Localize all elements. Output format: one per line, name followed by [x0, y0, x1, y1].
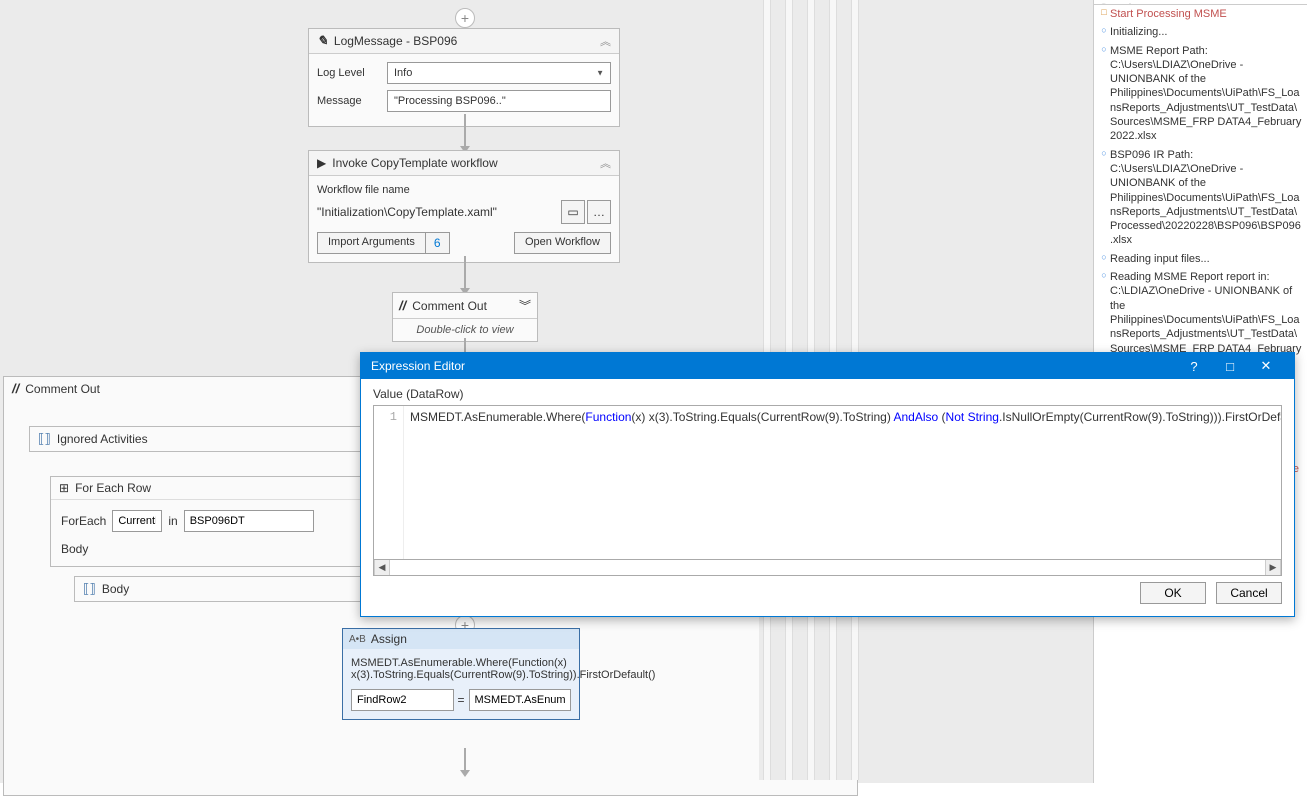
sequence-icon: ⟦⟧: [38, 431, 51, 447]
connector-arrow: [464, 114, 466, 146]
collapse-icon[interactable]: ︽: [600, 33, 611, 49]
message-input[interactable]: "Processing BSP096..": [387, 90, 611, 112]
import-arguments-button[interactable]: Import Arguments: [317, 232, 426, 254]
arrowhead-icon: [460, 770, 470, 777]
log-bullet-icon: ○: [1098, 252, 1110, 266]
loglevel-label: Log Level: [317, 67, 387, 79]
container-title: Ignored Activities: [57, 432, 148, 446]
horizontal-scrollbar[interactable]: ◀ ▶: [373, 560, 1282, 576]
container-title: Body: [102, 582, 129, 596]
assign-activity[interactable]: A•B Assign MSMEDT.AsEnumerable.Where(Fun…: [342, 628, 580, 720]
foreach-label: ForEach: [61, 514, 106, 528]
log-bullet-icon: ○: [1098, 44, 1110, 144]
connector-arrow: [464, 748, 466, 770]
invoke-workflow-activity[interactable]: ▶ Invoke CopyTemplate workflow ︽ Workflo…: [308, 150, 620, 263]
message-label: Message: [317, 95, 387, 107]
activity-title: Assign: [371, 632, 407, 646]
expression-editor-dialog[interactable]: Expression Editor ? □ ✕ Value (DataRow) …: [360, 352, 1295, 617]
in-label: in: [168, 514, 177, 528]
value-type-label: Value (DataRow): [361, 379, 1294, 405]
activity-title: For Each Row: [75, 481, 151, 495]
activity-header[interactable]: ▶ Invoke CopyTemplate workflow ︽: [309, 151, 619, 176]
expression-code[interactable]: MSMEDT.AsEnumerable.Where(Function(x) x(…: [404, 406, 1281, 559]
activity-title: Comment Out: [25, 382, 100, 396]
pencil-icon: ✎: [317, 33, 328, 49]
log-bullet-icon: ○: [1098, 25, 1110, 39]
ok-button[interactable]: OK: [1140, 582, 1206, 604]
expand-icon[interactable]: ︾: [519, 297, 531, 314]
log-entry[interactable]: ○Reading input files...: [1094, 250, 1307, 268]
comment-icon: //: [399, 298, 406, 313]
scroll-left-icon[interactable]: ◀: [374, 560, 390, 575]
play-icon: ▶: [317, 156, 326, 170]
equals-label: =: [458, 693, 465, 707]
activity-body: Workflow file name "Initialization\CopyT…: [309, 176, 619, 262]
assign-to-input[interactable]: [351, 689, 454, 711]
log-text: Start Processing MSME: [1110, 7, 1303, 21]
connector-arrow: [464, 256, 466, 288]
workflow-filename-label: Workflow file name: [317, 184, 611, 196]
help-button[interactable]: ?: [1176, 359, 1212, 374]
open-workflow-button[interactable]: Open Workflow: [514, 232, 611, 254]
logmessage-activity[interactable]: ✎ LogMessage - BSP096 ︽ Log Level Info M…: [308, 28, 620, 127]
activity-title: Comment Out: [412, 299, 519, 313]
foreach-variable-input[interactable]: [112, 510, 162, 532]
folder-icon: ▭: [567, 205, 578, 219]
maximize-button[interactable]: □: [1212, 359, 1248, 374]
log-entry[interactable]: ○MSME Report Path: C:\Users\LDIAZ\OneDri…: [1094, 42, 1307, 146]
activity-title: Invoke CopyTemplate workflow: [332, 156, 600, 170]
foreach-collection-input[interactable]: [184, 510, 314, 532]
log-entry[interactable]: □Start Processing MSME: [1094, 5, 1307, 23]
add-activity-button[interactable]: +: [455, 8, 475, 28]
log-entry[interactable]: ○BSP096 IR Path: C:\Users\LDIAZ\OneDrive…: [1094, 146, 1307, 250]
line-gutter: 1: [374, 406, 404, 559]
assign-value-input[interactable]: [469, 689, 572, 711]
log-bullet-icon: □: [1098, 7, 1110, 21]
dialog-titlebar[interactable]: Expression Editor ? □ ✕: [361, 353, 1294, 379]
collapse-icon[interactable]: ︽: [600, 155, 611, 171]
activity-header[interactable]: ✎ LogMessage - BSP096 ︽: [309, 29, 619, 54]
sequence-icon: ⟦⟧: [83, 581, 96, 597]
ellipsis-icon: …: [593, 205, 605, 219]
log-text: BSP096 IR Path: C:\Users\LDIAZ\OneDrive …: [1110, 148, 1303, 248]
log-text: Initializing...: [1110, 25, 1303, 39]
activity-title: LogMessage - BSP096: [334, 34, 600, 48]
assign-icon: A•B: [349, 634, 366, 645]
dialog-title-text: Expression Editor: [371, 359, 1176, 373]
comment-out-collapsed[interactable]: // Comment Out ︾ Double-click to view: [392, 292, 538, 342]
comment-icon: //: [12, 381, 19, 396]
log-bullet-icon: ○: [1098, 148, 1110, 248]
browse-folder-button[interactable]: ▭: [561, 200, 585, 224]
close-button[interactable]: ✕: [1248, 358, 1284, 374]
log-text: MSME Report Path: C:\Users\LDIAZ\OneDriv…: [1110, 44, 1303, 144]
log-entry[interactable]: ○Initializing...: [1094, 23, 1307, 41]
expression-textarea[interactable]: 1 MSMEDT.AsEnumerable.Where(Function(x) …: [373, 405, 1282, 560]
log-text: Reading input files...: [1110, 252, 1303, 266]
foreach-icon: ⊞: [59, 481, 69, 495]
scroll-right-icon[interactable]: ▶: [1265, 560, 1281, 575]
assign-expression-preview: MSMEDT.AsEnumerable.Where(Function(x) x(…: [343, 649, 579, 689]
workflow-filename-input[interactable]: "Initialization\CopyTemplate.xaml": [317, 205, 559, 219]
arguments-count: 6: [426, 232, 450, 254]
cancel-button[interactable]: Cancel: [1216, 582, 1282, 604]
more-button[interactable]: …: [587, 200, 611, 224]
loglevel-dropdown[interactable]: Info: [387, 62, 611, 84]
